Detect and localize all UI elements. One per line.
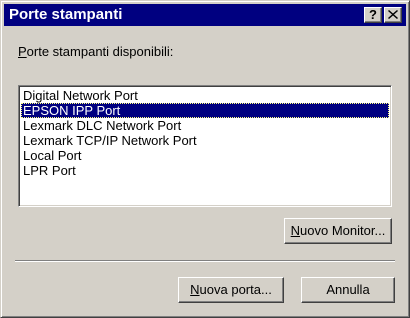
new-monitor-button[interactable]: Nuovo Monitor... [284, 218, 392, 244]
close-button[interactable] [384, 7, 402, 23]
ports-list-label: Porte stampanti disponibili: [18, 45, 173, 59]
list-item[interactable]: Local Port [21, 148, 389, 163]
list-item[interactable]: Lexmark TCP/IP Network Port [21, 133, 389, 148]
separator [15, 260, 395, 262]
window-title: Porte stampanti [9, 6, 123, 23]
title-bar[interactable]: Porte stampanti ? [4, 4, 406, 26]
ports-listbox[interactable]: Digital Network Port EPSON IPP Port Lexm… [18, 85, 392, 207]
ports-list-label-text: orte stampanti disponibili: [26, 44, 174, 59]
list-item[interactable]: LPR Port [21, 163, 389, 178]
close-icon [388, 10, 398, 19]
printer-ports-dialog: Porte stampanti ? Porte stampanti dispon… [0, 0, 410, 318]
new-monitor-label: uovo Monitor... [300, 223, 386, 238]
list-item[interactable]: Digital Network Port [21, 88, 389, 103]
cancel-button[interactable]: Annulla [301, 277, 395, 303]
new-port-label: uova porta... [199, 282, 272, 297]
help-button[interactable]: ? [364, 7, 382, 23]
ports-list-label-mnemonic: P [18, 44, 27, 59]
new-monitor-mnemonic: N [290, 223, 301, 238]
new-port-button[interactable]: Nuova porta... [178, 277, 284, 303]
list-item[interactable]: Lexmark DLC Network Port [21, 118, 389, 133]
new-port-mnemonic: N [190, 282, 200, 297]
help-icon: ? [369, 7, 377, 22]
list-item-selected[interactable]: EPSON IPP Port [21, 103, 389, 118]
